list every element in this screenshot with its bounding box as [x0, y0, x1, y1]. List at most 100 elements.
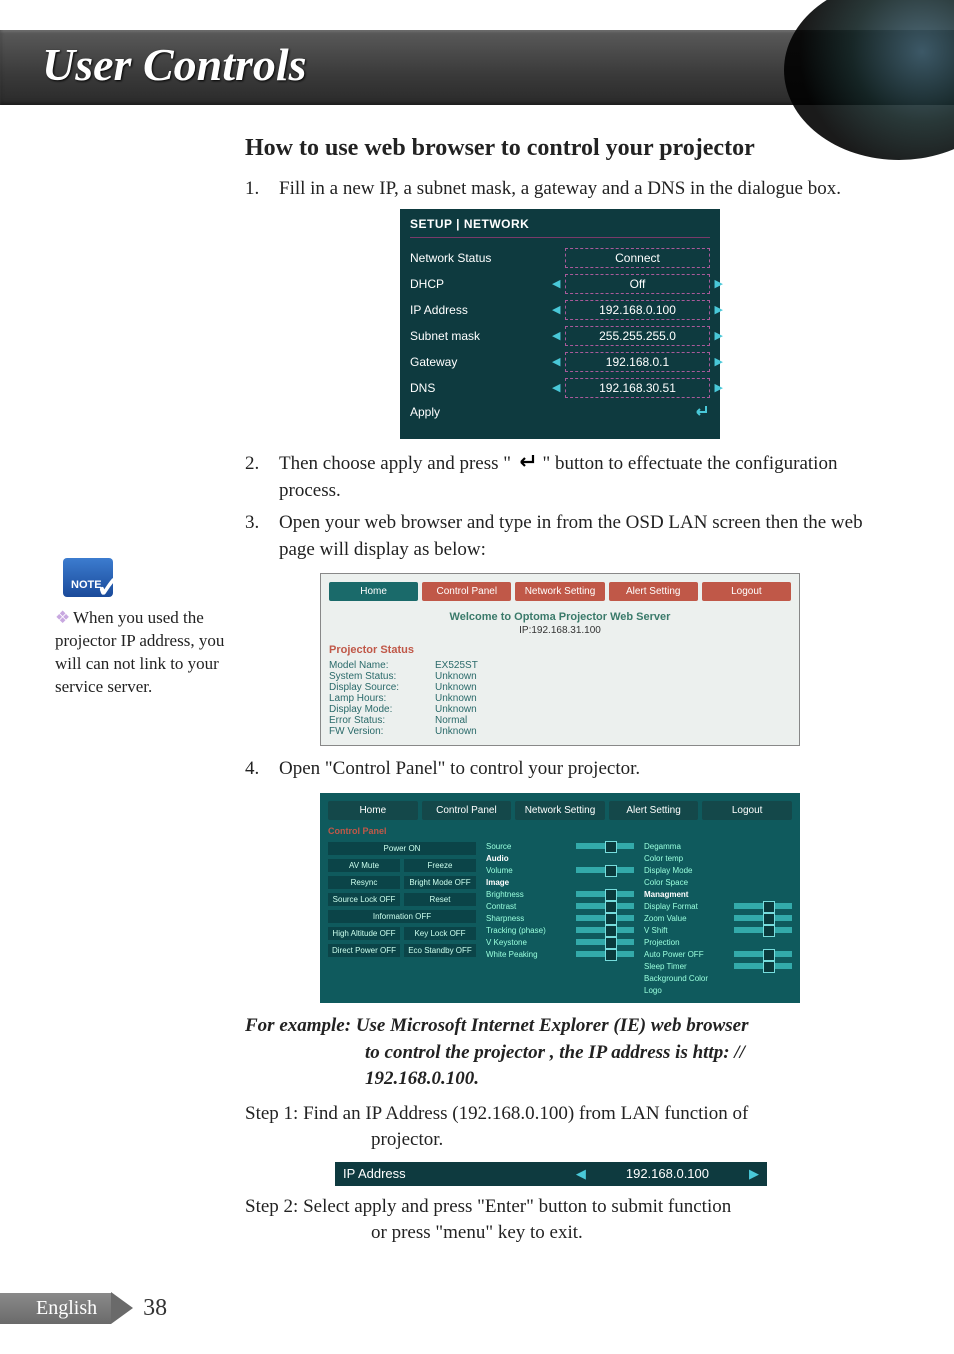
left-arrow-icon: ◀ [552, 277, 560, 290]
slider-icon [576, 891, 634, 897]
cp-buttons-column: Power ON AV MuteFreeze ResyncBright Mode… [328, 842, 476, 995]
av-mute-button: AV Mute [328, 859, 400, 872]
note-block: NOTE ❖When you used the projector IP add… [55, 558, 230, 699]
management-label: Managment [644, 890, 792, 899]
bright-mode-button: Bright Mode OFF [404, 876, 476, 889]
welcome-text: Welcome to Optoma Projector Web Server [329, 611, 791, 623]
white-peaking-label: White Peaking [486, 950, 572, 959]
slider-icon [576, 843, 634, 849]
step-4-text: Open "Control Panel" to control your pro… [279, 758, 640, 779]
right-arrow-icon: ▶ [749, 1166, 759, 1182]
vshift-label: V Shift [644, 926, 730, 935]
osd-network-panel: SETUP | NETWORK Network Status Connect D… [400, 209, 720, 439]
tab-logout: Logout [702, 582, 791, 601]
step-1: 1. Fill in a new IP, a subnet mask, a ga… [245, 176, 875, 203]
osd-row-gateway: Gateway ◀192.168.0.1▶ [410, 352, 710, 372]
image-label: Image [486, 878, 634, 887]
control-panel-title: Control Panel [328, 826, 792, 836]
osd-row-apply: Apply [410, 404, 710, 421]
osd-row-dhcp: DHCP ◀Off▶ [410, 274, 710, 294]
slider-icon [734, 915, 792, 921]
diamond-bullet-icon: ❖ [55, 607, 73, 630]
example-text: For example: Use Microsoft Internet Expl… [245, 1013, 875, 1093]
status-lamp-hours: Lamp Hours:Unknown [329, 693, 791, 704]
osd-value: ◀192.168.30.51▶ [565, 378, 710, 398]
auto-power-off-label: Auto Power OFF [644, 950, 730, 959]
osd-row-dns: DNS ◀192.168.30.51▶ [410, 378, 710, 398]
cp-sliders-image: Source Audio Volume Image Brightness Con… [486, 842, 634, 995]
sharpness-label: Sharpness [486, 914, 572, 923]
vkeystone-label: V Keystone [486, 938, 572, 947]
degamma-label: Degamma [644, 842, 792, 851]
slider-icon [734, 963, 792, 969]
osd-label: IP Address [410, 303, 565, 317]
osd-value: ◀Off▶ [565, 274, 710, 294]
tab-alert-setting: Alert Setting [609, 801, 699, 820]
display-mode-label: Display Mode [644, 866, 792, 875]
tab-network-setting: Network Setting [515, 801, 605, 820]
osd-label: Apply [410, 405, 552, 419]
note-badge: NOTE [63, 558, 113, 597]
key-lock-button: Key Lock OFF [404, 927, 476, 940]
step-1-text: Step 1: Find an IP Address (192.168.0.10… [245, 1101, 875, 1154]
slider-icon [576, 903, 634, 909]
projector-status-title: Projector Status [329, 644, 791, 656]
right-arrow-icon: ▶ [715, 381, 723, 394]
osd-value: ◀192.168.0.100▶ [565, 300, 710, 320]
osd-label: Subnet mask [410, 329, 565, 343]
eco-standby-button: Eco Standby OFF [404, 944, 476, 957]
direct-power-button: Direct Power OFF [328, 944, 400, 957]
left-arrow-icon: ◀ [552, 329, 560, 342]
tab-alert-setting: Alert Setting [609, 582, 698, 601]
step-3-num: 3. [245, 510, 259, 537]
enter-arrow-icon [516, 451, 538, 478]
tab-home: Home [329, 582, 418, 601]
osd-label: DHCP [410, 277, 565, 291]
information-button: Information OFF [328, 910, 476, 923]
step-4-num: 4. [245, 756, 259, 783]
ip-address-bar: IP Address ◀ 192.168.0.100 ▶ [335, 1162, 767, 1186]
audio-label: Audio [486, 854, 634, 863]
step-2-num: 2. [245, 451, 259, 478]
page-number: 38 [143, 1295, 167, 1322]
slider-icon [576, 927, 634, 933]
right-arrow-icon: ▶ [715, 329, 723, 342]
slider-icon [576, 951, 634, 957]
color-space-label: Color Space [644, 878, 792, 887]
tab-home: Home [328, 801, 418, 820]
contrast-label: Contrast [486, 902, 572, 911]
step-4: 4. Open "Control Panel" to control your … [245, 756, 875, 783]
content-area: How to use web browser to control your p… [245, 135, 875, 1247]
reset-button: Reset [404, 893, 476, 906]
status-fw-version: FW Version:Unknown [329, 726, 791, 737]
step-3: 3. Open your web browser and type in fro… [245, 510, 875, 563]
power-on-button: Power ON [328, 842, 476, 855]
osd-label: Gateway [410, 355, 565, 369]
logo-label: Logo [644, 986, 792, 995]
step-2: 2. Then choose apply and press " " butto… [245, 451, 875, 505]
status-error: Error Status:Normal [329, 715, 791, 726]
left-arrow-icon: ◀ [552, 303, 560, 316]
zoom-value-label: Zoom Value [644, 914, 730, 923]
slider-icon [576, 939, 634, 945]
note-text: ❖When you used the projector IP address,… [55, 607, 230, 699]
osd-row-ip: IP Address ◀192.168.0.100▶ [410, 300, 710, 320]
step-1-num: 1. [245, 176, 259, 203]
osd-value: ◀192.168.0.1▶ [565, 352, 710, 372]
step-1-text: Fill in a new IP, a subnet mask, a gatew… [279, 178, 841, 199]
osd-value: ◀255.255.255.0▶ [565, 326, 710, 346]
tab-control-panel: Control Panel [422, 801, 512, 820]
right-arrow-icon: ▶ [715, 277, 723, 290]
page-footer: English 38 [0, 1292, 167, 1324]
osd-row-subnet: Subnet mask ◀255.255.255.0▶ [410, 326, 710, 346]
status-display-source: Display Source:Unknown [329, 682, 791, 693]
step-3-text: Open your web browser and type in from t… [279, 512, 863, 560]
volume-label: Volume [486, 866, 572, 875]
step-2-text: Step 2: Select apply and press "Enter" b… [245, 1194, 875, 1247]
source-lock-button: Source Lock OFF [328, 893, 400, 906]
osd-value: Connect [565, 248, 710, 268]
status-display-mode: Display Mode:Unknown [329, 704, 791, 715]
osd-row-network-status: Network Status Connect [410, 248, 710, 268]
tab-control-panel: Control Panel [422, 582, 511, 601]
left-arrow-icon: ◀ [552, 355, 560, 368]
